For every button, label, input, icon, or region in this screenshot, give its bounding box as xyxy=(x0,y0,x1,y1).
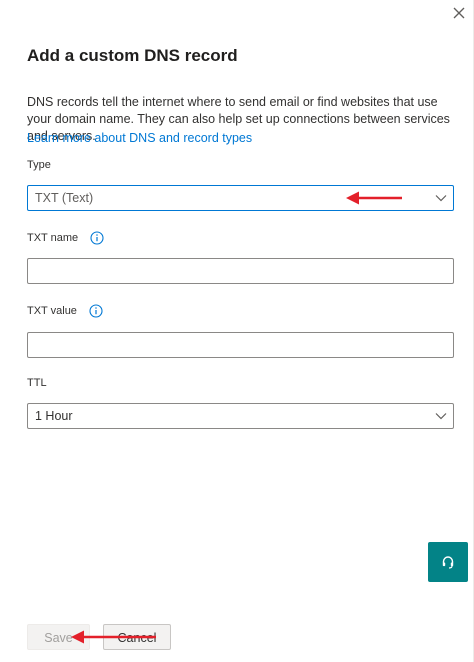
cancel-button[interactable]: Cancel xyxy=(103,624,171,650)
txt-name-input[interactable] xyxy=(27,258,454,284)
learn-more-link[interactable]: Learn more about DNS and record types xyxy=(27,131,252,145)
txt-value-label-text: TXT value xyxy=(27,305,77,317)
headset-icon xyxy=(442,556,454,569)
ttl-dropdown[interactable]: 1 Hour xyxy=(27,403,454,429)
ttl-selected-value: 1 Hour xyxy=(35,409,73,423)
dns-record-panel: Add a custom DNS record DNS records tell… xyxy=(0,0,474,662)
chevron-down-icon xyxy=(435,413,447,420)
info-icon[interactable] xyxy=(90,231,104,245)
type-selected-value: TXT (Text) xyxy=(35,191,94,205)
ttl-label-text: TTL xyxy=(27,377,47,389)
type-label-text: Type xyxy=(27,159,51,171)
close-button[interactable] xyxy=(448,2,470,24)
txt-value-input[interactable] xyxy=(27,332,454,358)
ttl-label: TTL xyxy=(27,377,47,389)
page-title: Add a custom DNS record xyxy=(27,46,238,65)
txt-name-label: TXT name xyxy=(27,231,104,245)
type-label: Type xyxy=(27,159,51,171)
type-dropdown[interactable]: TXT (Text) xyxy=(27,185,454,211)
txt-name-label-text: TXT name xyxy=(27,232,79,244)
info-icon[interactable] xyxy=(89,304,103,318)
close-icon xyxy=(453,7,465,19)
txt-value-label: TXT value xyxy=(27,304,103,318)
help-button[interactable] xyxy=(428,542,468,582)
save-button[interactable]: Save xyxy=(27,624,90,650)
chevron-down-icon xyxy=(435,195,447,202)
